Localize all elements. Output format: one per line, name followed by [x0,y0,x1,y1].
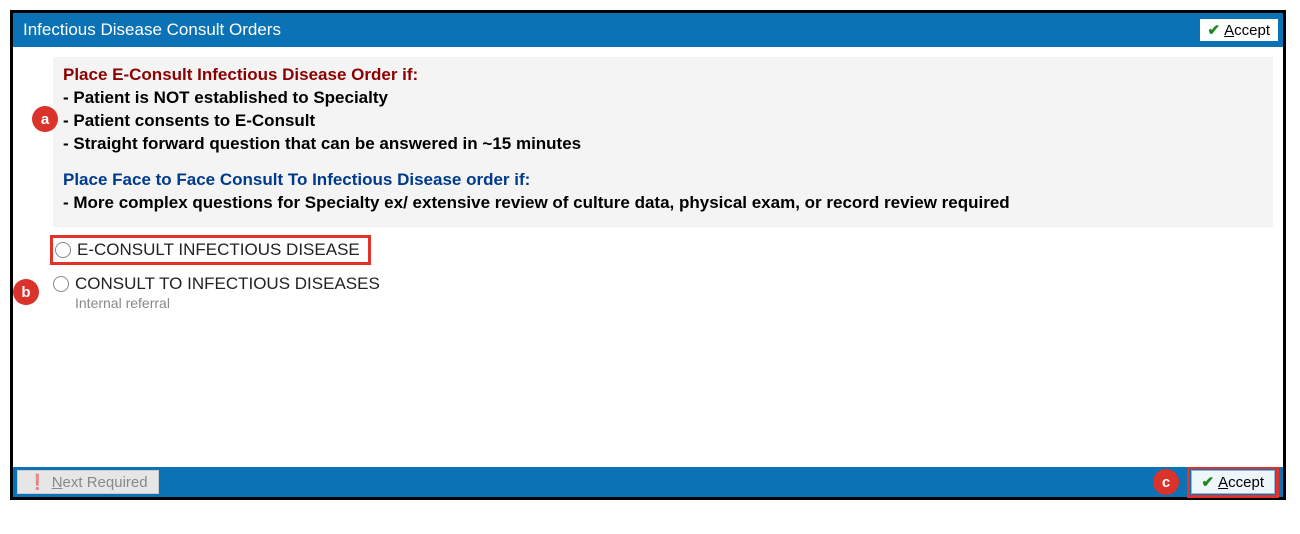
check-icon: ✔ [1208,21,1221,39]
econsult-heading: Place E-Consult Infectious Disease Order… [63,65,1263,85]
accept-button-top[interactable]: ✔ Accept [1199,18,1279,42]
callout-a: a [32,106,58,132]
accept-label: Accept [1224,22,1270,39]
dialog-window: Infectious Disease Consult Orders ✔ Acce… [10,10,1286,500]
f2f-bullet: - More complex questions for Specialty e… [63,192,1263,215]
option-econsult[interactable]: E-CONSULT INFECTIOUS DISEASE [55,240,360,260]
order-options: E-CONSULT INFECTIOUS DISEASE CONSULT TO … [53,235,1273,311]
accept-button-bottom[interactable]: ✔ Accept [1191,470,1275,494]
titlebar: Infectious Disease Consult Orders ✔ Acce… [13,13,1283,47]
f2f-heading: Place Face to Face Consult To Infectious… [63,170,1263,190]
next-required-button: ❗ Next Required [17,470,159,494]
radio-icon[interactable] [53,276,69,292]
dialog-content: Place E-Consult Infectious Disease Order… [13,47,1283,467]
option-label: E-CONSULT INFECTIOUS DISEASE [77,240,360,260]
econsult-bullet: - Straight forward question that can be … [63,133,1263,156]
callout-c: c [1153,469,1179,495]
option-label: CONSULT TO INFECTIOUS DISEASES [75,274,380,294]
dialog-title: Infectious Disease Consult Orders [23,20,281,40]
highlight-box-option1: E-CONSULT INFECTIOUS DISEASE [50,235,371,265]
instructions-box: Place E-Consult Infectious Disease Order… [53,57,1273,227]
next-required-label: Next Required [52,474,148,491]
radio-icon[interactable] [55,242,71,258]
econsult-bullet: - Patient is NOT established to Specialt… [63,87,1263,110]
dialog-footer: ❗ Next Required ✔ Accept [13,467,1283,497]
option-consult[interactable]: CONSULT TO INFECTIOUS DISEASES [53,271,1273,297]
alert-icon: ❗ [28,473,47,491]
accept-label: Accept [1218,474,1264,491]
econsult-bullet: - Patient consents to E-Consult [63,110,1263,133]
highlight-box-accept: ✔ Accept [1187,466,1279,498]
callout-b: b [13,279,39,305]
option-subtext: Internal referral [75,295,1273,311]
check-icon: ✔ [1202,473,1215,491]
